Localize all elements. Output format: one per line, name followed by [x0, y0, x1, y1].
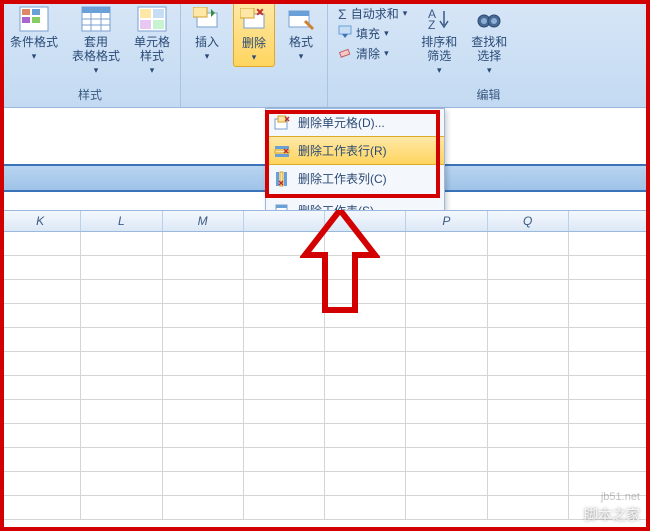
- chevron-down-icon: ▾: [437, 65, 442, 76]
- grid-row: [0, 232, 650, 256]
- chevron-down-icon: ▾: [32, 51, 37, 62]
- cell-styles-button[interactable]: 单元格 样式 ▾: [130, 2, 174, 79]
- delete-icon: [238, 6, 270, 34]
- editing-group: Σ 自动求和 ▾ 填充 ▾ 清除 ▾: [328, 0, 650, 107]
- grid-row: [0, 448, 650, 472]
- delete-dropdown-menu: 删除单元格(D)... 删除工作表行(R) 删除工作表列(C) 删除工作表(S): [265, 108, 445, 225]
- menu-delete-rows[interactable]: 删除工作表行(R): [266, 136, 444, 165]
- grid-row: [0, 376, 650, 400]
- chevron-down-icon: ▾: [384, 48, 389, 59]
- col-header[interactable]: P: [406, 211, 487, 231]
- insert-button[interactable]: 插入 ▾: [187, 2, 227, 65]
- col-header[interactable]: M: [163, 211, 244, 231]
- svg-text:Z: Z: [428, 18, 435, 31]
- col-header[interactable]: [244, 211, 325, 231]
- table-icon: [80, 5, 112, 33]
- group-label-editing: 编辑: [477, 84, 501, 107]
- delete-cells-icon: [274, 115, 290, 131]
- grid-row: [0, 304, 650, 328]
- sort-icon: AZ: [423, 5, 455, 33]
- chevron-down-icon: ▾: [150, 65, 155, 76]
- grid-row: [0, 280, 650, 304]
- group-label-cells: [252, 87, 255, 107]
- sort-filter-button[interactable]: AZ 排序和 筛选 ▾: [417, 2, 461, 79]
- sigma-icon: Σ: [338, 6, 347, 22]
- col-header[interactable]: K: [0, 211, 81, 231]
- eraser-icon: [338, 45, 352, 62]
- delete-cols-icon: [274, 171, 290, 187]
- delete-rows-icon: [274, 143, 290, 159]
- find-select-button[interactable]: 查找和 选择 ▾: [467, 2, 511, 79]
- chevron-down-icon: ▾: [94, 65, 99, 76]
- grid-row: [0, 400, 650, 424]
- col-header[interactable]: L: [81, 211, 162, 231]
- fill-down-icon: [338, 25, 352, 42]
- grid-row: [0, 472, 650, 496]
- col-header[interactable]: Q: [488, 211, 569, 231]
- grid-row: [0, 256, 650, 280]
- delete-button[interactable]: 删除 ▾: [233, 2, 275, 67]
- ribbon: 条件格式 ▾ 套用 表格格式 ▾ 单元格 样式 ▾ 样式: [0, 0, 650, 108]
- grid-row: [0, 496, 650, 520]
- cells-group: 插入 ▾ 删除 ▾ 格式 ▾: [181, 0, 328, 107]
- column-headers: K L M P Q: [0, 210, 650, 232]
- format-icon: [285, 5, 317, 33]
- conditional-format-icon: [18, 5, 50, 33]
- chevron-down-icon: ▾: [252, 52, 257, 63]
- chevron-down-icon: ▾: [403, 8, 408, 19]
- menu-delete-cells[interactable]: 删除单元格(D)...: [266, 109, 444, 136]
- cells-area[interactable]: [0, 232, 650, 520]
- col-header[interactable]: [569, 211, 650, 231]
- group-label-styles: 样式: [78, 84, 102, 107]
- insert-icon: [191, 5, 223, 33]
- fill-button[interactable]: 填充 ▾: [334, 24, 411, 43]
- cell-styles-icon: [136, 5, 168, 33]
- menu-delete-cols[interactable]: 删除工作表列(C): [266, 165, 444, 192]
- menu-separator: [270, 194, 440, 195]
- autosum-button[interactable]: Σ 自动求和 ▾: [334, 4, 411, 23]
- spreadsheet-grid[interactable]: K L M P Q: [0, 210, 650, 531]
- col-header[interactable]: [325, 211, 406, 231]
- chevron-down-icon: ▾: [205, 51, 210, 62]
- format-button[interactable]: 格式 ▾: [281, 2, 321, 65]
- format-as-table-button[interactable]: 套用 表格格式 ▾: [68, 2, 124, 79]
- binoculars-icon: [473, 5, 505, 33]
- chevron-down-icon: ▾: [384, 28, 389, 39]
- grid-row: [0, 352, 650, 376]
- chevron-down-icon: ▾: [487, 65, 492, 76]
- chevron-down-icon: ▾: [299, 51, 304, 62]
- clear-button[interactable]: 清除 ▾: [334, 44, 411, 63]
- styles-group: 条件格式 ▾ 套用 表格格式 ▾ 单元格 样式 ▾ 样式: [0, 0, 181, 107]
- grid-row: [0, 328, 650, 352]
- grid-row: [0, 424, 650, 448]
- conditional-format-button[interactable]: 条件格式 ▾: [6, 2, 62, 65]
